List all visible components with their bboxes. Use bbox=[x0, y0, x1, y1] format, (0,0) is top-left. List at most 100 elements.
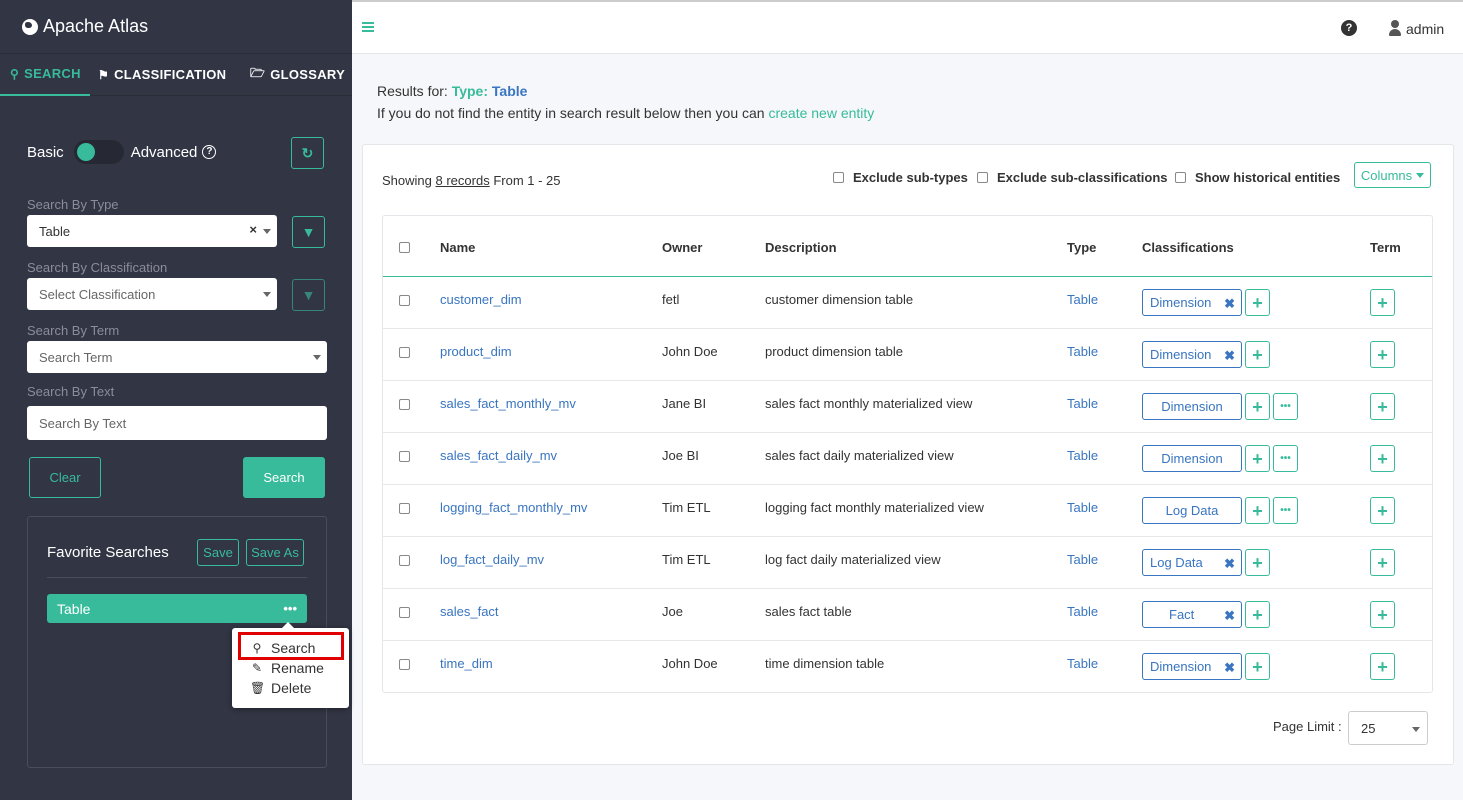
column-header-name[interactable]: Name bbox=[440, 240, 475, 255]
select-all-checkbox[interactable] bbox=[399, 242, 410, 253]
add-classification-button[interactable]: + bbox=[1245, 653, 1270, 680]
row-checkbox[interactable] bbox=[399, 451, 410, 462]
add-term-button[interactable]: + bbox=[1370, 601, 1395, 628]
add-term-button[interactable]: + bbox=[1370, 393, 1395, 420]
show-historical-option[interactable]: Show historical entities bbox=[1175, 170, 1340, 185]
type-link[interactable]: Table bbox=[1067, 292, 1098, 307]
entity-name-link[interactable]: sales_fact_daily_mv bbox=[440, 448, 557, 463]
add-term-button[interactable]: + bbox=[1370, 653, 1395, 680]
column-header-description[interactable]: Description bbox=[765, 240, 837, 255]
type-select[interactable]: Table × bbox=[27, 215, 277, 247]
add-classification-button[interactable]: + bbox=[1245, 393, 1270, 420]
remove-tag-icon[interactable]: ✖ bbox=[1224, 296, 1235, 312]
question-icon[interactable]: ? bbox=[1341, 20, 1357, 36]
exclude-subclassifications-option[interactable]: Exclude sub-classifications bbox=[977, 170, 1168, 185]
type-filter-button[interactable]: ▼ bbox=[292, 216, 325, 248]
menu-item-rename[interactable]: ✎ Rename bbox=[250, 660, 324, 676]
more-classifications-button[interactable]: ••• bbox=[1273, 497, 1298, 524]
columns-button[interactable]: Columns bbox=[1354, 162, 1431, 188]
clear-button[interactable]: Clear bbox=[29, 457, 101, 498]
entity-name-link[interactable]: sales_fact bbox=[440, 604, 499, 619]
entity-name-link[interactable]: sales_fact_monthly_mv bbox=[440, 396, 576, 411]
classification-label: Search By Classification bbox=[27, 260, 168, 275]
text-search-input[interactable]: Search By Text bbox=[27, 406, 327, 440]
exclude-subtypes-checkbox[interactable] bbox=[833, 172, 844, 183]
add-classification-button[interactable]: + bbox=[1245, 601, 1270, 628]
classification-tag[interactable]: Dimension bbox=[1142, 393, 1242, 420]
add-term-button[interactable]: + bbox=[1370, 289, 1395, 316]
classification-tag[interactable]: Dimension ✖ bbox=[1142, 289, 1242, 316]
remove-tag-icon[interactable]: ✖ bbox=[1224, 348, 1235, 364]
search-button[interactable]: Search bbox=[243, 457, 325, 498]
remove-tag-icon[interactable]: ✖ bbox=[1224, 556, 1235, 572]
type-link[interactable]: Table bbox=[1067, 500, 1098, 515]
row-checkbox[interactable] bbox=[399, 295, 410, 306]
add-term-button[interactable]: + bbox=[1370, 445, 1395, 472]
page-limit-select[interactable]: 25 bbox=[1348, 711, 1428, 745]
add-term-button[interactable]: + bbox=[1370, 549, 1395, 576]
user-name[interactable]: admin bbox=[1406, 21, 1444, 37]
classification-tag[interactable]: Dimension ✖ bbox=[1142, 341, 1242, 368]
more-classifications-button[interactable]: ••• bbox=[1273, 445, 1298, 472]
add-term-button[interactable]: + bbox=[1370, 497, 1395, 524]
brand[interactable]: Apache Atlas bbox=[0, 0, 352, 54]
row-checkbox[interactable] bbox=[399, 503, 410, 514]
row-checkbox[interactable] bbox=[399, 399, 410, 410]
add-classification-button[interactable]: + bbox=[1245, 549, 1270, 576]
classification-filter-button[interactable]: ▼ bbox=[292, 279, 325, 311]
search-mode-switch[interactable] bbox=[73, 140, 124, 164]
tab-search[interactable]: ⚲ SEARCH bbox=[0, 54, 90, 96]
term-select[interactable]: Search Term bbox=[27, 341, 327, 373]
menu-icon[interactable] bbox=[362, 22, 374, 34]
row-checkbox[interactable] bbox=[399, 347, 410, 358]
entity-name-link[interactable]: product_dim bbox=[440, 344, 512, 359]
more-options-icon[interactable]: ••• bbox=[283, 601, 297, 616]
type-link[interactable]: Table bbox=[1067, 604, 1098, 619]
type-link[interactable]: Table bbox=[1067, 344, 1098, 359]
user-icon[interactable] bbox=[1388, 20, 1402, 36]
add-classification-button[interactable]: + bbox=[1245, 445, 1270, 472]
type-link[interactable]: Table bbox=[1067, 396, 1098, 411]
help-icon[interactable]: ? bbox=[202, 145, 217, 159]
row-checkbox[interactable] bbox=[399, 555, 410, 566]
classification-tag[interactable]: Log Data bbox=[1142, 497, 1242, 524]
show-historical-checkbox[interactable] bbox=[1175, 172, 1186, 183]
column-header-owner[interactable]: Owner bbox=[662, 240, 702, 255]
tab-classification-label: CLASSIFICATION bbox=[114, 67, 227, 82]
column-header-type[interactable]: Type bbox=[1067, 240, 1096, 255]
exclude-subclassifications-checkbox[interactable] bbox=[977, 172, 988, 183]
create-new-entity-link[interactable]: create new entity bbox=[768, 105, 874, 121]
tab-glossary[interactable]: 🗁 GLOSSARY bbox=[240, 54, 352, 96]
classification-tag[interactable]: Fact ✖ bbox=[1142, 601, 1242, 628]
menu-item-search[interactable]: ⚲ Search bbox=[250, 640, 316, 656]
classification-select[interactable]: Select Classification bbox=[27, 278, 277, 310]
more-classifications-button[interactable]: ••• bbox=[1273, 393, 1298, 420]
entity-name-link[interactable]: time_dim bbox=[440, 656, 493, 671]
add-classification-button[interactable]: + bbox=[1245, 341, 1270, 368]
classification-tag[interactable]: Log Data ✖ bbox=[1142, 549, 1242, 576]
records-link[interactable]: 8 records bbox=[436, 173, 490, 188]
type-link[interactable]: Table bbox=[1067, 656, 1098, 671]
row-checkbox[interactable] bbox=[399, 659, 410, 670]
type-link[interactable]: Table bbox=[1067, 552, 1098, 567]
classification-tag[interactable]: Dimension ✖ bbox=[1142, 653, 1242, 680]
entity-name-link[interactable]: logging_fact_monthly_mv bbox=[440, 500, 587, 515]
clear-type-icon[interactable]: × bbox=[249, 222, 257, 237]
type-link[interactable]: Table bbox=[1067, 448, 1098, 463]
refresh-button[interactable]: ↻ bbox=[291, 137, 324, 169]
entity-name-link[interactable]: log_fact_daily_mv bbox=[440, 552, 544, 567]
save-favorite-button[interactable]: Save bbox=[197, 539, 239, 566]
add-classification-button[interactable]: + bbox=[1245, 289, 1270, 316]
classification-tag[interactable]: Dimension bbox=[1142, 445, 1242, 472]
add-classification-button[interactable]: + bbox=[1245, 497, 1270, 524]
tab-classification[interactable]: ⚑ CLASSIFICATION bbox=[90, 54, 240, 96]
add-term-button[interactable]: + bbox=[1370, 341, 1395, 368]
save-as-favorite-button[interactable]: Save As bbox=[246, 539, 304, 566]
remove-tag-icon[interactable]: ✖ bbox=[1224, 608, 1235, 624]
row-checkbox[interactable] bbox=[399, 607, 410, 618]
entity-name-link[interactable]: customer_dim bbox=[440, 292, 522, 307]
menu-item-delete[interactable]: 🗑 Delete bbox=[250, 680, 311, 696]
exclude-subtypes-option[interactable]: Exclude sub-types bbox=[833, 170, 968, 185]
favorite-item[interactable]: Table ••• bbox=[47, 594, 307, 623]
remove-tag-icon[interactable]: ✖ bbox=[1224, 660, 1235, 676]
